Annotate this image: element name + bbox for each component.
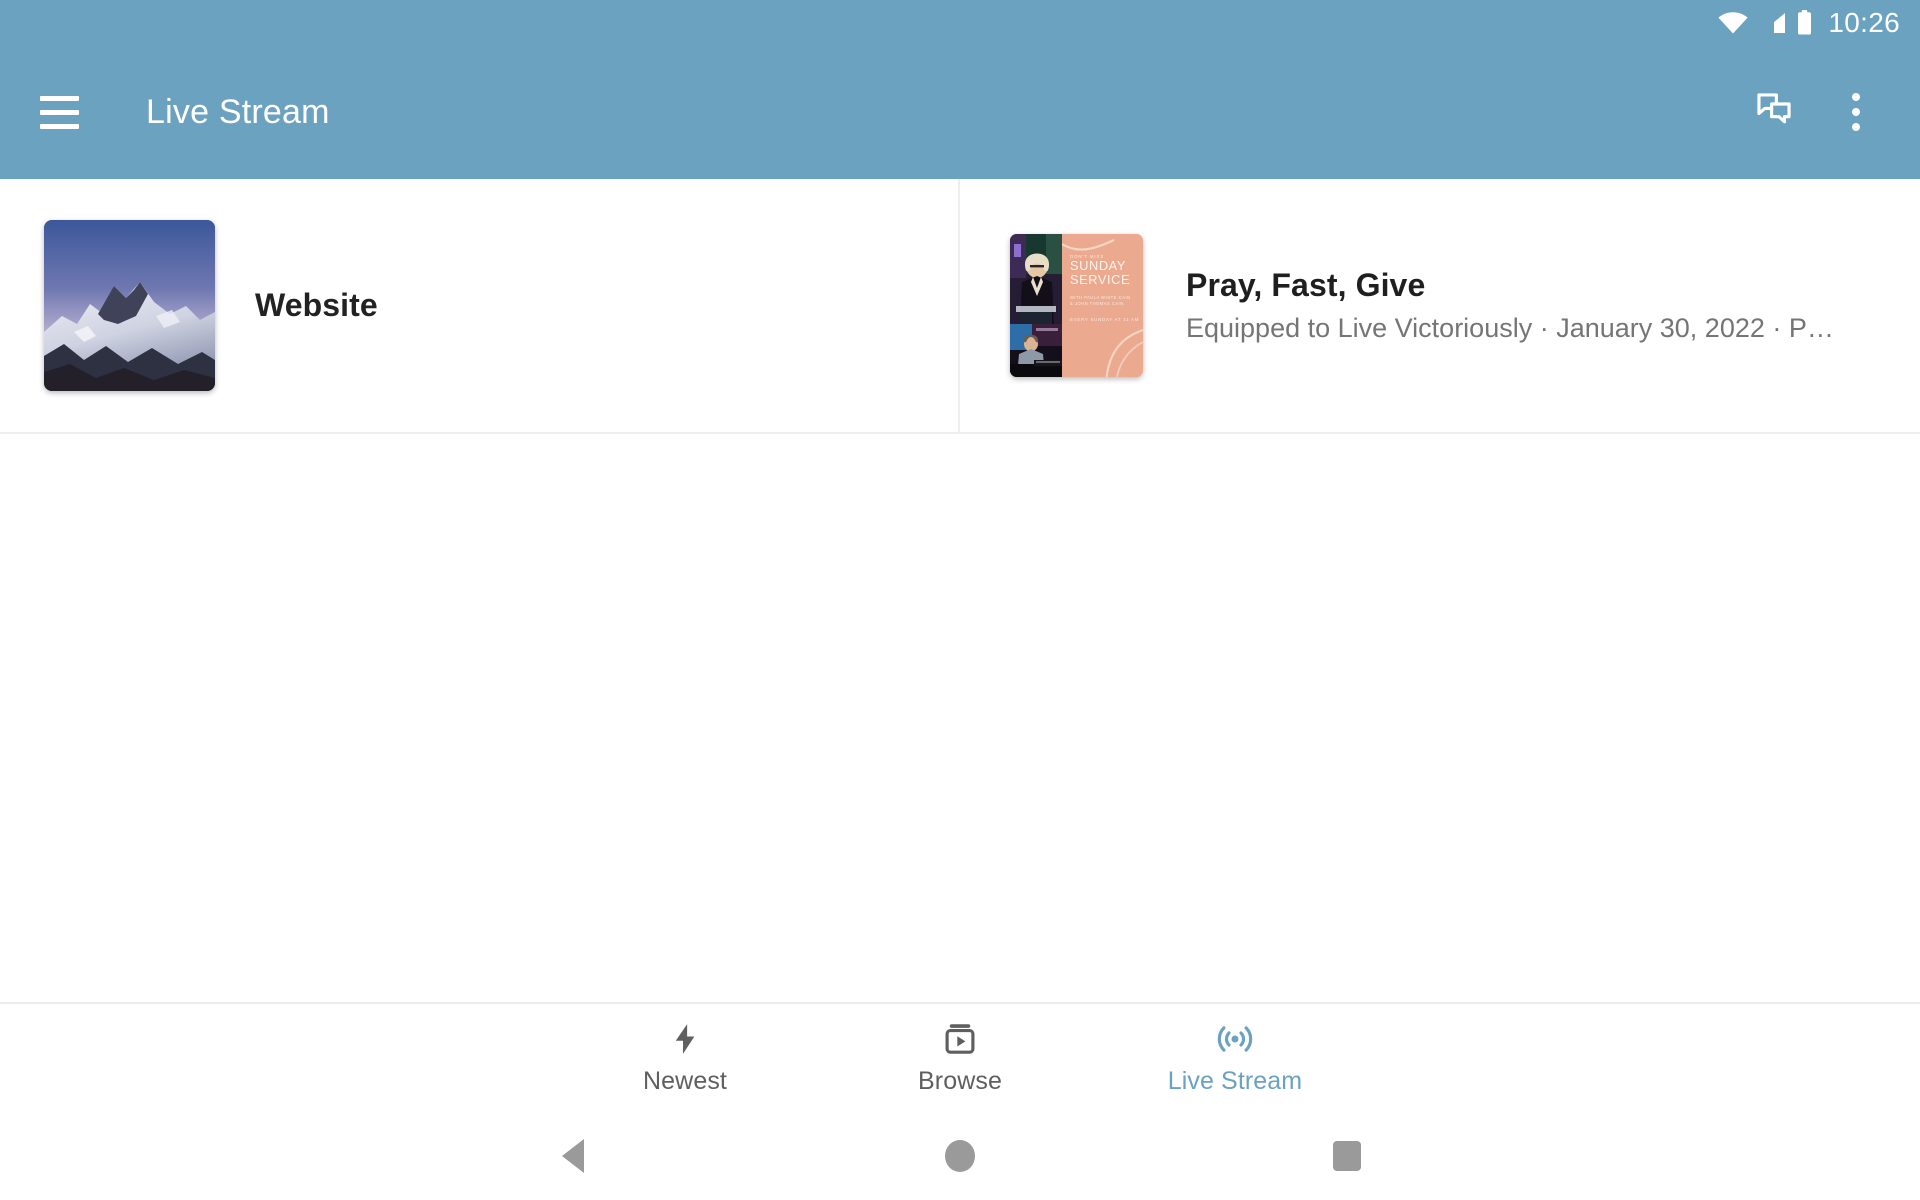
nav-item-newest[interactable]: Newest [548,1020,823,1096]
nav-label-newest: Newest [643,1067,727,1095]
status-bar-icons: 10:26 [1718,7,1900,39]
website-card[interactable]: Website [0,179,960,432]
nav-item-browse[interactable]: Browse [823,1020,1098,1096]
overflow-menu-icon [1852,93,1860,101]
recents-square-icon [1332,1141,1361,1171]
recents-button[interactable] [1302,1126,1392,1186]
content-area [0,434,1920,1002]
website-thumbnail [44,220,215,391]
lightning-bolt-icon [668,1020,702,1058]
status-bar-clock: 10:26 [1828,6,1900,38]
back-triangle-icon [562,1139,585,1173]
poster-kicker: DON'T MISS [1070,254,1105,259]
home-button[interactable] [915,1126,1005,1186]
android-system-navigation [0,1112,1920,1200]
overflow-menu-button[interactable] [1820,76,1892,148]
poster-footer: EVERY SUNDAY AT 11 AM [1070,317,1140,323]
sermon-thumbnail: DON'T MISS SUNDAY SERVICE WITH PAULA WHI… [1010,234,1143,377]
app-root: 10:26 Live Stream Website DON'T MISS SUN… [0,0,1920,1200]
website-card-title: Website [255,287,378,323]
wifi-icon [1718,11,1749,34]
pianist-photo [1010,324,1062,377]
chat-button[interactable] [1738,76,1810,148]
home-circle-icon [944,1140,975,1172]
speaker-photo [1010,234,1062,325]
battery-icon [1797,10,1812,35]
bottom-navigation: Newest Browse Live Stream [0,1002,1920,1112]
sermon-card[interactable]: DON'T MISS SUNDAY SERVICE WITH PAULA WHI… [960,179,1918,432]
status-bar: 10:26 [0,0,1920,45]
sermon-card-meta: Equipped to Live Victoriously · January … [1186,313,1834,343]
hamburger-menu-icon[interactable] [40,90,84,134]
card-row: Website DON'T MISS SUNDAY SERVICE WITH P… [0,179,1920,434]
overflow-dot [1852,108,1860,116]
overflow-dot [1852,123,1860,131]
poster-headline-1: SUNDAY [1070,258,1126,273]
cellular-signal-icon [1759,12,1786,34]
sermon-card-text: Pray, Fast, Give Equipped to Live Victor… [1186,267,1918,344]
nav-label-live-stream: Live Stream [1167,1067,1303,1095]
snowy-mountain-photo [44,220,215,391]
poster-subline: WITH PAULA WHITE-CAIN & JOHN THOMAS CAIN [1070,294,1131,306]
poster-text: DON'T MISS SUNDAY SERVICE WITH PAULA WHI… [1062,234,1143,377]
nav-label-browse: Browse [918,1067,1002,1095]
back-button[interactable] [528,1126,618,1186]
nav-item-live-stream[interactable]: Live Stream [1098,1020,1373,1096]
app-bar: Live Stream [0,45,1920,179]
subscriptions-icon [942,1020,978,1058]
sermon-card-title: Pray, Fast, Give [1186,267,1426,303]
broadcast-waves-icon [1215,1020,1255,1058]
poster-headline-2: SERVICE [1070,272,1131,288]
poster-photos [1010,234,1062,377]
app-bar-title: Live Stream [146,92,330,131]
chat-bubbles-icon [1754,91,1794,134]
